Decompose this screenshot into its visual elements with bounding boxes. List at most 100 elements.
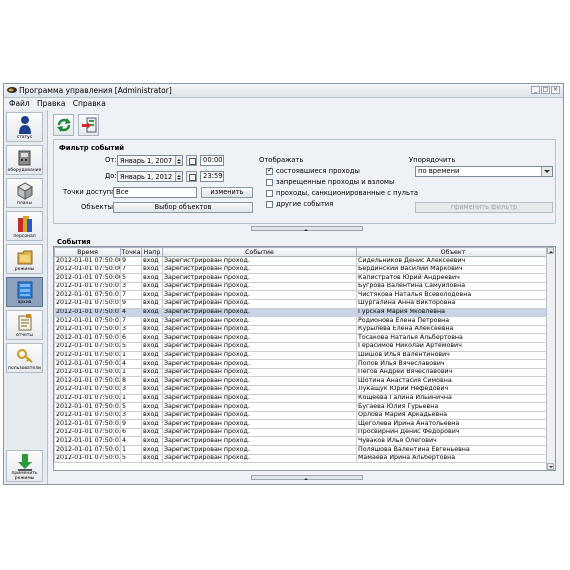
table-row[interactable]: 2012-01-01 07:50:01 4 вход Зарегистрирован … — [54, 307, 550, 318]
checkbox-console-passes[interactable] — [266, 190, 273, 197]
menu-file[interactable]: Файл — [9, 99, 30, 108]
close-button[interactable]: × — [551, 86, 560, 94]
table-row[interactable]: 2012-01-01 07:50:03 1 вход Зарегистрирован … — [54, 445, 550, 455]
table-row[interactable]: 2012-01-01 07:50:03 5 вход Зарегистрирован … — [54, 453, 550, 464]
table-row[interactable]: 2012-01-01 07:50:02 3 вход Зарегистрирован … — [54, 384, 550, 395]
sidebar-item-equipment[interactable]: оборудование — [6, 145, 43, 175]
table-row[interactable]: 2012-01-01 07:50:02 4 вход Зарегистрирован … — [54, 359, 550, 369]
title-bar[interactable]: Программа управления [Administrator] _ □… — [4, 84, 563, 98]
column-header[interactable]: Точка — [120, 247, 142, 257]
column-header[interactable]: Время — [54, 247, 121, 257]
table-cell: 2012-01-01 07:50:01 — [54, 281, 121, 292]
table-row[interactable]: 2012-01-01 07:50:00 5 вход Зарегистрирован … — [54, 273, 550, 283]
spinner-arrows-icon[interactable] — [175, 172, 182, 181]
table-cell: Зарегистрирован проход. — [162, 316, 357, 326]
sidebar-item-label: оборудование — [7, 168, 42, 173]
table-cell: 3 — [120, 324, 142, 335]
table-cell: вход — [141, 264, 163, 275]
table-cell: Тосакова Наталья Альбертовна — [356, 333, 550, 343]
equipment-icon — [18, 150, 31, 166]
sidebar-item-archive[interactable]: архив — [6, 277, 43, 307]
spinner-arrows-icon[interactable] — [175, 156, 182, 165]
table-cell: 2012-01-01 07:50:01 — [54, 290, 121, 300]
table-cell: Зарегистрирован проход. — [162, 367, 357, 378]
checkbox-forbidden-passes[interactable] — [266, 179, 273, 186]
calendar-icon[interactable] — [186, 155, 197, 166]
apply-modes-button[interactable]: применить режимы — [6, 450, 43, 482]
change-access-points-button[interactable]: изменить — [201, 187, 253, 198]
table-row[interactable]: 2012-01-01 07:50:02 3 вход Зарегистрирован … — [54, 410, 550, 421]
table-row[interactable]: 2012-01-01 07:50:03 6 вход Зарегистрирован … — [54, 427, 550, 438]
table-row[interactable]: 2012-01-01 07:50:00 9 вход Зарегистрирован … — [54, 256, 550, 266]
calendar-icon[interactable] — [186, 171, 197, 182]
column-header[interactable]: Напр — [141, 247, 163, 257]
menu-help[interactable]: Справка — [73, 99, 106, 108]
table-row[interactable]: 2012-01-01 07:50:02 5 вход Зарегистрирован … — [54, 341, 550, 352]
sidebar-item-reports[interactable]: отчеты — [6, 310, 43, 340]
table-cell: 2012-01-01 07:50:02 — [54, 393, 121, 404]
scroll-up-icon[interactable] — [547, 247, 554, 254]
sidebar-item-plans[interactable]: планы — [6, 178, 43, 208]
minimize-button[interactable]: _ — [531, 86, 540, 94]
vertical-scrollbar[interactable] — [546, 247, 555, 470]
table-cell: 9 — [120, 298, 142, 309]
table-cell: вход — [141, 376, 163, 386]
table-cell: Поляшова Валентина Евгеньевна — [356, 445, 550, 455]
app-window: Программа управления [Administrator] _ □… — [3, 83, 564, 485]
sidebar-item-personnel[interactable]: персонал — [6, 211, 43, 241]
checkbox-label: запрещенные проходы и взломы — [276, 178, 395, 186]
menu-edit[interactable]: Правка — [37, 99, 66, 108]
table-cell: 2012-01-01 07:50:03 — [54, 402, 121, 412]
column-header[interactable]: Событие — [162, 247, 357, 257]
table-cell: 2012-01-01 07:50:03 — [54, 445, 121, 455]
table-row[interactable]: 2012-01-01 07:50:03 5 вход Зарегистрирован … — [54, 402, 550, 412]
checkbox-completed-passes[interactable] — [266, 166, 273, 175]
table-row[interactable]: 2012-01-01 07:50:02 1 вход Зарегистрирован … — [54, 350, 550, 361]
table-cell: Зарегистрирован проход. — [162, 333, 357, 343]
checkbox-label: проходы, санкционированные с пульта — [276, 189, 419, 197]
window-title: Программа управления [Administrator] — [19, 86, 172, 95]
order-select[interactable]: по времени — [415, 166, 553, 177]
table-cell: 2012-01-01 07:50:01 — [54, 307, 121, 318]
select-objects-button[interactable]: Выбор объектов — [113, 202, 253, 213]
table-row[interactable]: 2012-01-01 07:50:01 7 вход Зарегистрирован … — [54, 316, 550, 326]
from-time-field[interactable]: 00:00 — [200, 155, 224, 166]
table-row[interactable]: 2012-01-01 07:50:00 7 вход Зарегистрирован … — [54, 264, 550, 275]
access-points-field[interactable]: Все — [113, 187, 197, 198]
from-date-spinner[interactable]: Январь 1, 2007 — [117, 155, 183, 166]
scroll-down-icon[interactable] — [547, 463, 554, 470]
order-select-value: по времени — [418, 167, 460, 175]
display-title: Отображать — [259, 156, 304, 164]
table-cell: вход — [141, 393, 163, 404]
table-row[interactable]: 2012-01-01 07:50:03 9 вход Зарегистрирован … — [54, 419, 550, 429]
column-header[interactable]: Объект — [356, 247, 550, 257]
refresh-button[interactable] — [53, 114, 74, 136]
table-row[interactable]: 2012-01-01 07:50:02 8 вход Зарегистрирован … — [54, 376, 550, 386]
table-cell: Курылева Елена Алексеевна — [356, 324, 550, 335]
table-row[interactable]: 2012-01-01 07:50:02 1 вход Зарегистрирован … — [54, 367, 550, 378]
table-row[interactable]: 2012-01-01 07:50:01 9 вход Зарегистрирован … — [54, 298, 550, 309]
table-cell: Бугаева Юлия Гурьевна — [356, 402, 550, 412]
bottom-splitter[interactable] — [251, 475, 363, 480]
table-row[interactable]: 2012-01-01 07:50:02 1 вход Зарегистрирован … — [54, 393, 550, 404]
to-time-field[interactable]: 23:59 — [200, 171, 224, 182]
table-cell: Зарегистрирован проход. — [162, 445, 357, 455]
table-row[interactable]: 2012-01-01 07:50:01 3 вход Зарегистрирован … — [54, 324, 550, 335]
table-cell: 3 — [120, 281, 142, 292]
table-row[interactable]: 2012-01-01 07:50:01 3 вход Зарегистрирован … — [54, 281, 550, 292]
apply-filter-button[interactable]: применить фильтр — [415, 202, 553, 213]
table-cell: Зарегистрирован проход. — [162, 324, 357, 335]
table-cell: 2012-01-01 07:50:02 — [54, 341, 121, 352]
chevron-down-icon[interactable] — [541, 167, 552, 176]
checkbox-other-events[interactable] — [266, 201, 273, 208]
sidebar-item-status[interactable]: статус — [6, 112, 43, 142]
table-row[interactable]: 2012-01-01 07:50:01 6 вход Зарегистрирован … — [54, 333, 550, 343]
table-row[interactable]: 2012-01-01 07:50:03 4 вход Зарегистрирован … — [54, 436, 550, 447]
sidebar-item-modes[interactable]: режимы — [6, 244, 43, 274]
export-button[interactable] — [78, 114, 99, 136]
to-date-spinner[interactable]: Январь 1, 2012 — [117, 171, 183, 182]
sidebar-item-users[interactable]: пользователи — [6, 343, 43, 373]
table-row[interactable]: 2012-01-01 07:50:01 7 вход Зарегистрирован … — [54, 290, 550, 300]
filter-collapse-splitter[interactable] — [251, 226, 363, 231]
maximize-button[interactable]: □ — [541, 86, 550, 94]
